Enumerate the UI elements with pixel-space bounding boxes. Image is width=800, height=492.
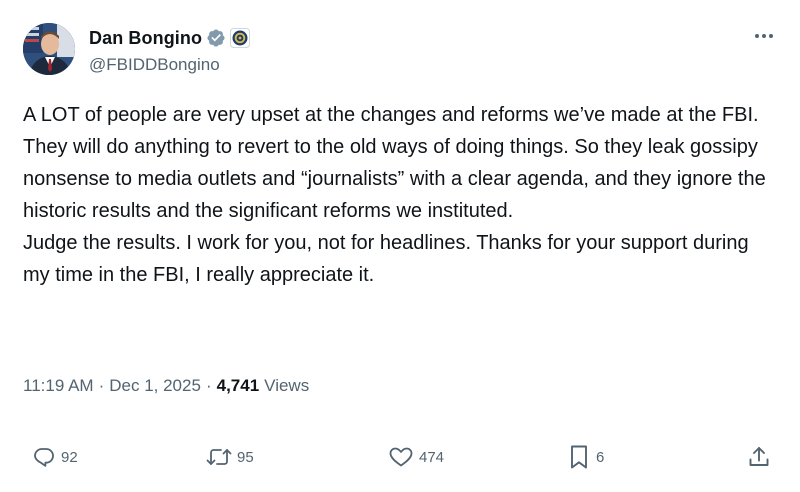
reply-count: 92	[61, 448, 78, 466]
tweet-text: A LOT of people are very upset at the ch…	[23, 99, 778, 291]
avatar[interactable]	[23, 23, 75, 75]
action-bar: 92 95 474 6	[0, 441, 800, 473]
tweet-paragraph-2: They will do anything to revert to the o…	[23, 136, 766, 222]
tweet-time[interactable]: 11:19 AM	[23, 376, 94, 396]
like-count: 474	[419, 448, 445, 466]
like-button[interactable]: 474	[388, 441, 444, 473]
meta-separator: ·	[98, 376, 105, 395]
repost-count: 95	[237, 448, 254, 466]
repost-icon	[206, 449, 232, 465]
reply-icon	[34, 448, 54, 467]
author-name[interactable]: Dan Bongino	[89, 26, 251, 50]
verified-badge-icon[interactable]	[206, 28, 226, 48]
repost-button[interactable]: 95	[206, 441, 254, 473]
tweet-paragraph-1: A LOT of people are very upset at the ch…	[23, 104, 759, 126]
more-options-icon[interactable]	[752, 24, 776, 48]
tweet-card: Dan Bongino @FBIDDBongino A LOT of peopl…	[0, 0, 800, 492]
views-label: Views	[264, 376, 310, 395]
heart-icon	[389, 447, 413, 467]
tweet-date[interactable]: Dec 1, 2025	[109, 376, 201, 396]
bookmark-count: 6	[596, 448, 605, 466]
bookmark-icon	[571, 445, 587, 469]
bookmark-button[interactable]: 6	[567, 441, 604, 473]
fbi-seal-icon[interactable]	[230, 28, 251, 48]
display-name-text[interactable]: Dan Bongino	[89, 28, 202, 49]
tweet-meta: 11:19 AM · Dec 1, 2025 · 4,741 Views	[23, 376, 309, 396]
views-count: 4,741	[216, 376, 260, 395]
share-icon	[749, 447, 769, 466]
reply-button[interactable]: 92	[32, 441, 78, 473]
tweet-paragraph-3: Judge the results. I work for you, not f…	[23, 232, 749, 286]
author-handle[interactable]: @FBIDDBongino	[89, 55, 220, 75]
share-button[interactable]	[747, 441, 771, 473]
meta-separator: ·	[205, 376, 212, 395]
